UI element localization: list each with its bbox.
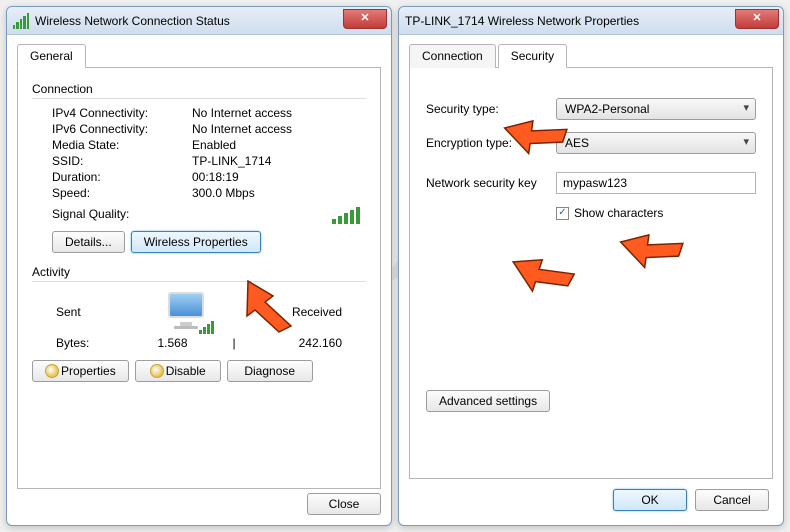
ipv6-label: IPv6 Connectivity: <box>52 122 192 136</box>
ssid-value: TP-LINK_1714 <box>192 154 366 168</box>
security-type-combo[interactable]: WPA2-Personal <box>556 98 756 120</box>
show-characters-label: Show characters <box>574 206 663 220</box>
titlebar: Wireless Network Connection Status ✕ <box>7 7 391 35</box>
signal-bars-icon <box>332 207 360 224</box>
encryption-type-label: Encryption type: <box>426 136 556 150</box>
ipv4-label: IPv4 Connectivity: <box>52 106 192 120</box>
cancel-button[interactable]: Cancel <box>695 489 769 511</box>
bytes-sent-value: 1.568 <box>126 336 219 350</box>
ipv6-value: No Internet access <box>192 122 366 136</box>
cog-icon <box>45 364 59 378</box>
speed-value: 300.0 Mbps <box>192 186 366 200</box>
speed-label: Speed: <box>52 186 192 200</box>
wireless-properties-button[interactable]: Wireless Properties <box>131 231 261 253</box>
received-label: Received <box>292 305 342 319</box>
group-connection: Connection <box>32 82 366 96</box>
encryption-type-combo[interactable]: AES <box>556 132 756 154</box>
bytes-label: Bytes: <box>56 336 126 350</box>
diagnose-button[interactable]: Diagnose <box>227 360 313 382</box>
disable-icon <box>150 364 164 378</box>
media-label: Media State: <box>52 138 192 152</box>
duration-label: Duration: <box>52 170 192 184</box>
close-icon[interactable]: ✕ <box>735 9 779 29</box>
network-key-input[interactable] <box>556 172 756 194</box>
sent-label: Sent <box>56 305 81 319</box>
close-icon[interactable]: ✕ <box>343 9 387 29</box>
ssid-label: SSID: <box>52 154 192 168</box>
status-window: Wireless Network Connection Status ✕ Gen… <box>6 6 392 526</box>
annotation-arrow-icon <box>506 226 590 310</box>
properties-button[interactable]: Properties <box>32 360 129 382</box>
details-button[interactable]: Details... <box>52 231 125 253</box>
tab-connection[interactable]: Connection <box>409 44 496 68</box>
activity-monitor-icon <box>162 292 210 332</box>
advanced-settings-button[interactable]: Advanced settings <box>426 390 550 412</box>
tab-general[interactable]: General <box>17 44 86 68</box>
signal-label: Signal Quality: <box>52 207 192 224</box>
ok-button[interactable]: OK <box>613 489 687 511</box>
bytes-recv-value: 242.160 <box>249 336 342 350</box>
properties-window: TP-LINK_1714 Wireless Network Properties… <box>398 6 784 526</box>
close-button[interactable]: Close <box>307 493 381 515</box>
security-type-label: Security type: <box>426 102 556 116</box>
disable-button[interactable]: Disable <box>135 360 221 382</box>
group-activity: Activity <box>32 265 366 279</box>
wifi-signal-icon <box>13 13 29 29</box>
tab-security[interactable]: Security <box>498 44 567 68</box>
show-characters-checkbox[interactable]: ✓ <box>556 207 569 220</box>
media-value: Enabled <box>192 138 366 152</box>
duration-value: 00:18:19 <box>192 170 366 184</box>
window-title: Wireless Network Connection Status <box>35 14 230 28</box>
ipv4-value: No Internet access <box>192 106 366 120</box>
window-title: TP-LINK_1714 Wireless Network Properties <box>405 14 639 28</box>
titlebar: TP-LINK_1714 Wireless Network Properties… <box>399 7 783 35</box>
network-key-label: Network security key <box>426 176 556 190</box>
